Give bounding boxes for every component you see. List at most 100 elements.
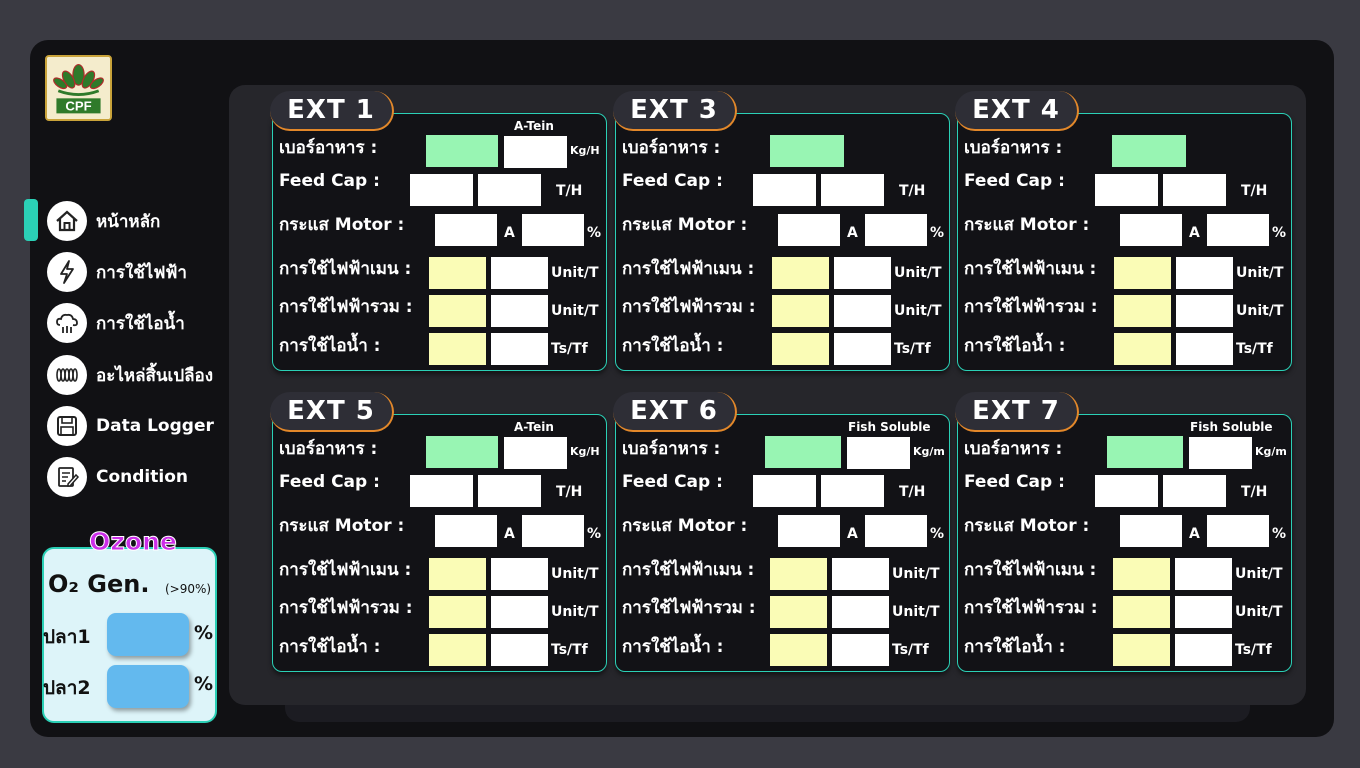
ext4-label-feed-cap: Feed Cap : — [964, 171, 1065, 191]
sidebar-item-condition[interactable]: Condition — [47, 457, 188, 497]
fish1-unit: % — [194, 622, 214, 644]
ext4-steam-unit: Ts/Tf — [1236, 341, 1273, 357]
o2-threshold-note: (>90%) — [165, 582, 212, 596]
ext7-steam-field — [1113, 634, 1170, 666]
sidebar-item-label: Data Logger — [96, 416, 214, 436]
ext4-total-power-field — [1114, 295, 1171, 327]
ext5-feed-rate-field — [504, 437, 567, 469]
ext5-label-steam: การใช้ไอน้ำ : — [279, 637, 381, 657]
ext6-motor-percent-field — [865, 515, 927, 547]
ext1-main-power-field — [429, 257, 486, 289]
sidebar-item-spare-parts[interactable]: อะไหล่สิ้นเปลือง — [47, 355, 213, 395]
ext3-total-power-unit: Unit/T — [894, 303, 942, 319]
ext5-steam-unit: Ts/Tf — [551, 642, 588, 658]
ext7-total-power-value-field — [1175, 596, 1232, 628]
ext1-steam-value-field — [491, 333, 548, 365]
ext3-total-power-field — [772, 295, 829, 327]
ext5-feed-number-field — [426, 436, 498, 468]
ext7-feed-unit: Kg/m — [1255, 445, 1287, 458]
sidebar-item-label: Condition — [96, 467, 188, 487]
ext1-label-feed-number: เบอร์อาหาร : — [279, 138, 378, 158]
lightning-icon — [47, 252, 87, 292]
ext7-feed-cap-field-2 — [1163, 475, 1226, 507]
fish2-o2-value — [107, 665, 189, 708]
ext1-motor-percent-field — [522, 214, 584, 246]
ext1-label-steam: การใช้ไอน้ำ : — [279, 336, 381, 356]
ext7-tab[interactable]: EXT 7 — [955, 392, 1079, 432]
ext7-label-total-power: การใช้ไฟฟ้ารวม : — [964, 598, 1098, 618]
ext7-percent-unit: % — [1272, 526, 1287, 542]
ext1-tab[interactable]: EXT 1 — [270, 91, 394, 131]
ozone-title: Ozone — [89, 527, 178, 557]
ext6-steam-field — [770, 634, 827, 666]
sidebar-item-home[interactable]: หน้าหลัก — [47, 201, 160, 241]
ext4-label-steam: การใช้ไอน้ำ : — [964, 336, 1066, 356]
ext7-amp-unit: A — [1189, 526, 1200, 542]
sidebar-item-label: หน้าหลัก — [96, 211, 161, 232]
ext6-feed-cap-unit: T/H — [899, 484, 926, 500]
ext3-tab[interactable]: EXT 3 — [613, 91, 737, 131]
ext5-total-power-field — [429, 596, 486, 628]
ext4-feed-cap-field-2 — [1163, 174, 1226, 206]
ext4-amp-unit: A — [1189, 225, 1200, 241]
ext7-main-power-unit: Unit/T — [1235, 566, 1283, 582]
ext7-motor-percent-field — [1207, 515, 1269, 547]
ext1-feed-number-field — [426, 135, 498, 167]
ext7-feed-number-field — [1107, 436, 1183, 468]
ext4-feed-number-field — [1112, 135, 1186, 167]
ext1-steam-field — [429, 333, 486, 365]
ext6-label-motor-current: กระแส Motor : — [622, 516, 748, 536]
ext7-variant-label: Fish Soluble — [1190, 420, 1273, 434]
clipboard-edit-icon — [47, 457, 87, 497]
ext6-feed-number-field — [765, 436, 841, 468]
ext7-main-power-field — [1113, 558, 1170, 590]
ext4-steam-field — [1114, 333, 1171, 365]
active-nav-indicator — [24, 199, 38, 241]
ext7-feed-rate-field — [1189, 437, 1252, 469]
ext1-total-power-field — [429, 295, 486, 327]
ext7-total-power-field — [1113, 596, 1170, 628]
ext3-total-power-value-field — [834, 295, 891, 327]
ext5-main-power-unit: Unit/T — [551, 566, 599, 582]
fish1-label: ปลา1 — [43, 626, 91, 648]
ext3-motor-amp-field — [778, 214, 840, 246]
ext1-label-feed-cap: Feed Cap : — [279, 171, 380, 191]
sidebar-item-label: การใช้ไอน้ำ — [96, 313, 185, 334]
sidebar-item-electricity[interactable]: การใช้ไฟฟ้า — [47, 252, 187, 292]
sidebar-item-label: อะไหล่สิ้นเปลือง — [96, 365, 214, 386]
ext4-main-power-unit: Unit/T — [1236, 265, 1284, 281]
ext6-steam-value-field — [832, 634, 889, 666]
sidebar-item-data-logger[interactable]: Data Logger — [47, 406, 214, 446]
ext5-variant-label: A-Tein — [514, 420, 554, 434]
svg-text:CPF: CPF — [65, 99, 91, 114]
ext3-amp-unit: A — [847, 225, 858, 241]
ext7-steam-value-field — [1175, 634, 1232, 666]
ext6-amp-unit: A — [847, 526, 858, 542]
ext6-total-power-unit: Unit/T — [892, 604, 940, 620]
floppy-disk-icon — [47, 406, 87, 446]
ext7-label-steam: การใช้ไอน้ำ : — [964, 637, 1066, 657]
ext3-steam-field — [772, 333, 829, 365]
ext7-steam-unit: Ts/Tf — [1235, 642, 1272, 658]
ext3-label-feed-cap: Feed Cap : — [622, 171, 723, 191]
steam-cloud-icon — [47, 303, 87, 343]
ext6-tab[interactable]: EXT 6 — [613, 392, 737, 432]
ext1-amp-unit: A — [504, 225, 515, 241]
spring-coil-icon — [47, 355, 87, 395]
ext3-main-power-value-field — [834, 257, 891, 289]
ext7-main-power-value-field — [1175, 558, 1232, 590]
ext4-tab[interactable]: EXT 4 — [955, 91, 1079, 131]
cpf-logo: CPF — [45, 55, 112, 121]
sidebar-item-steam[interactable]: การใช้ไอน้ำ — [47, 303, 185, 343]
ext1-feed-cap-unit: T/H — [556, 183, 583, 199]
ext3-steam-value-field — [834, 333, 891, 365]
ext7-total-power-unit: Unit/T — [1235, 604, 1283, 620]
ext5-steam-value-field — [491, 634, 548, 666]
ext5-amp-unit: A — [504, 526, 515, 542]
ext5-tab[interactable]: EXT 5 — [270, 392, 394, 432]
ext3-main-power-unit: Unit/T — [894, 265, 942, 281]
ext1-total-power-unit: Unit/T — [551, 303, 599, 319]
ext3-motor-percent-field — [865, 214, 927, 246]
ext5-label-main-power: การใช้ไฟฟ้าเมน : — [279, 560, 412, 580]
ext5-feed-cap-field-1 — [410, 475, 473, 507]
